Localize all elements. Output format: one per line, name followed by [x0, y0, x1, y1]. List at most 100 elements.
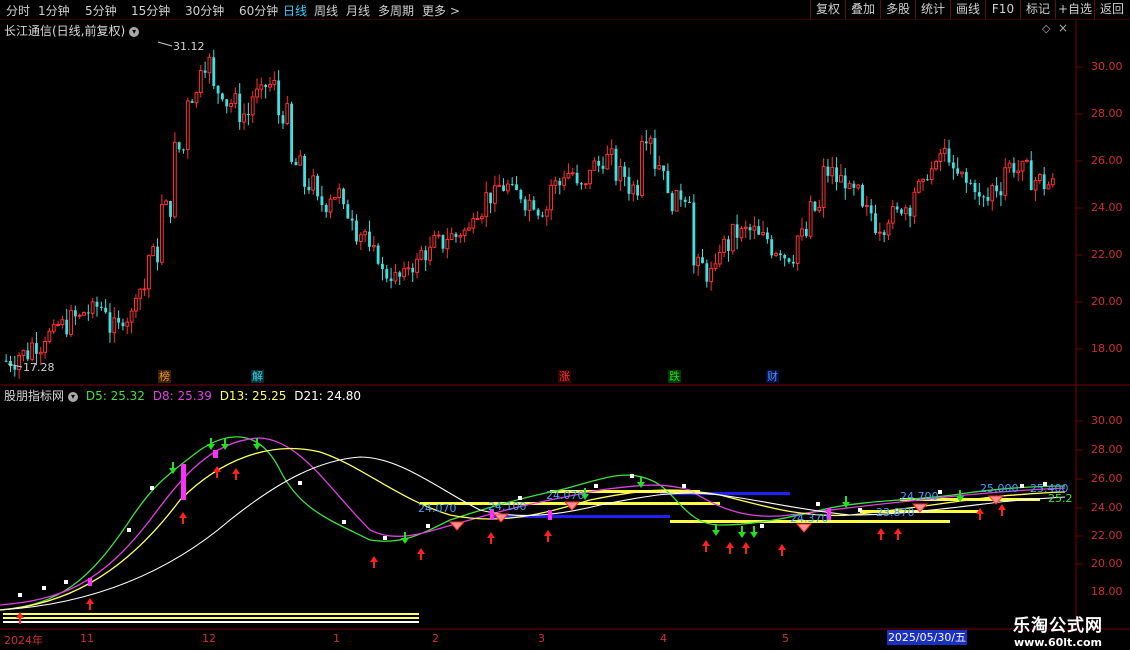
y-tick-label: 24.00: [1091, 201, 1123, 214]
candle-body: [441, 235, 445, 249]
candle-body: [532, 200, 536, 210]
period-weekly[interactable]: 周线: [314, 2, 338, 19]
candle-body: [1020, 160, 1025, 172]
candle-body: [614, 148, 618, 181]
candle-body: [864, 204, 869, 207]
mark-button[interactable]: 标记: [1020, 0, 1055, 19]
period-5min[interactable]: 5分钟: [85, 2, 117, 19]
candle-body: [903, 207, 908, 215]
period-multi[interactable]: 多周期: [378, 2, 414, 19]
candle-body: [583, 183, 588, 186]
base-bar-3: [3, 613, 419, 615]
candle-body: [480, 216, 484, 219]
event-label: 榜: [159, 370, 170, 383]
period-15min[interactable]: 15分钟: [131, 2, 170, 19]
candle-body: [428, 246, 432, 261]
period-intraday[interactable]: 分时: [6, 2, 30, 19]
chevron-down-icon[interactable]: ▾: [68, 391, 79, 402]
candle-body: [324, 205, 328, 213]
period-more[interactable]: 更多 >: [422, 2, 460, 19]
statistics-button[interactable]: 统计: [915, 0, 950, 19]
candle-body: [436, 234, 441, 237]
period-1min[interactable]: 1分钟: [38, 2, 70, 19]
down-arrow-icon: [253, 438, 261, 450]
period-monthly[interactable]: 月线: [346, 2, 370, 19]
down-arrow-icon: [712, 524, 720, 536]
signal-dot: [682, 484, 686, 488]
adjust-button[interactable]: 复权: [810, 0, 845, 19]
chart-canvas[interactable]: 24.070 24.070 24.370 23.870 24.700 24.10…: [0, 20, 1130, 650]
candle-body: [861, 185, 864, 207]
candle-body: [389, 278, 393, 282]
candle-body: [969, 182, 973, 184]
candle-body: [1046, 184, 1051, 190]
candle-body: [1007, 162, 1012, 169]
event-marker[interactable]: 财: [766, 370, 779, 383]
y-tick-label: 26.00: [1091, 154, 1123, 167]
candle-body: [26, 350, 30, 360]
candle-body: [929, 168, 934, 181]
candle-body: [121, 322, 125, 327]
candle-body: [869, 205, 873, 214]
candle-body: [471, 218, 476, 229]
candle-body: [558, 180, 562, 186]
diamond-icon[interactable]: ◇: [1042, 22, 1050, 35]
candle-body: [536, 209, 540, 216]
candle-body: [570, 172, 575, 175]
x-tick-label: 2: [432, 632, 439, 645]
candle-body: [964, 172, 968, 183]
candle-body: [951, 162, 955, 169]
candle-body: [544, 209, 549, 217]
candle-body: [640, 140, 644, 196]
candle-body: [942, 147, 947, 155]
candle-body: [4, 360, 8, 362]
close-icon[interactable]: ×: [1058, 21, 1068, 35]
candle-body: [882, 232, 886, 235]
candle-body: [316, 175, 319, 197]
d21-label: D21: 24.80: [294, 389, 361, 403]
event-marker[interactable]: 涨: [558, 370, 571, 383]
down-arrow-icon: [738, 526, 746, 538]
candle-body: [47, 330, 52, 342]
cursor-date: 2025/05/30/五: [887, 630, 967, 645]
f10-button[interactable]: F10: [985, 0, 1020, 19]
candle-body: [791, 261, 795, 264]
high-marker: 31.12: [157, 40, 205, 53]
candle-body: [358, 234, 363, 242]
candle-body: [843, 175, 847, 189]
add-watchlist-button[interactable]: +自选: [1055, 0, 1094, 19]
candle-body: [484, 192, 489, 218]
x-tick-label: 1: [333, 632, 340, 645]
period-60min[interactable]: 60分钟: [239, 2, 278, 19]
up-arrow-icon: [894, 528, 902, 540]
event-marker[interactable]: 榜: [158, 370, 171, 383]
back-button[interactable]: 返回: [1094, 0, 1129, 19]
signal-bar: [88, 578, 92, 586]
candle-body: [717, 251, 722, 265]
candle-body: [597, 160, 601, 166]
candle-body: [627, 176, 631, 194]
draw-line-button[interactable]: 画线: [950, 0, 985, 19]
candle-body: [82, 311, 86, 316]
up-arrow-icon: [213, 466, 221, 478]
candle-body: [783, 254, 787, 259]
candle-body: [51, 324, 56, 332]
event-marker[interactable]: 解: [251, 370, 264, 383]
y-tick-label: 22.00: [1091, 529, 1123, 542]
overlay-button[interactable]: 叠加: [845, 0, 880, 19]
candle-body: [502, 185, 505, 191]
event-label: 财: [767, 370, 778, 383]
multi-stock-button[interactable]: 多股: [880, 0, 915, 19]
up-arrow-icon: [726, 542, 734, 554]
signal-bar: [181, 464, 186, 500]
candle-body: [21, 349, 26, 357]
period-30min[interactable]: 30分钟: [185, 2, 224, 19]
candle-body: [104, 307, 108, 313]
candle-body: [670, 193, 674, 212]
candle-body: [956, 168, 960, 174]
period-daily[interactable]: 日线: [283, 2, 307, 19]
candle-body: [207, 56, 212, 74]
event-marker[interactable]: 跌: [668, 370, 681, 383]
chevron-down-icon[interactable]: ▾: [129, 26, 140, 37]
candle-body: [575, 172, 579, 184]
